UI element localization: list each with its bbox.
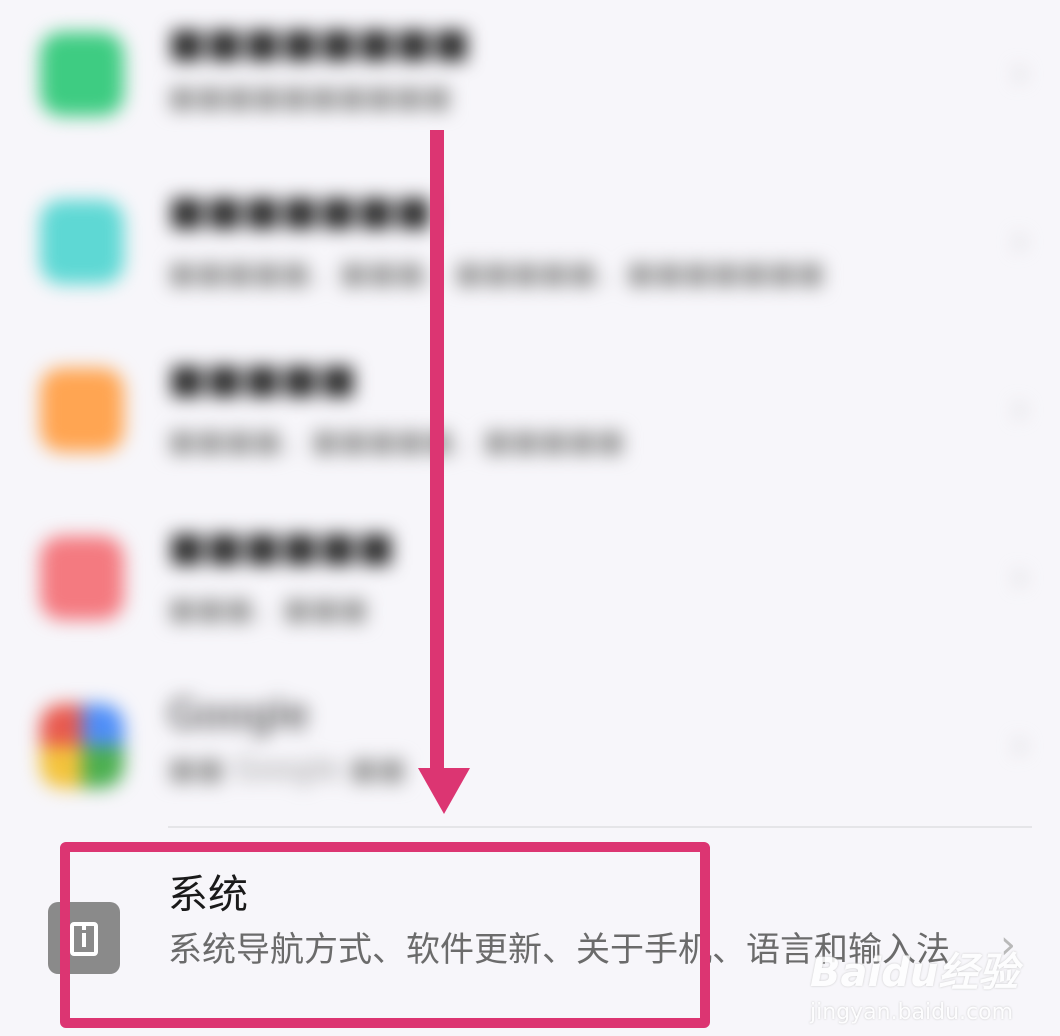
- app-icon: [40, 200, 124, 284]
- settings-item-subtitle: ■■■■■、■■■、■■■■■、■■■■■■■: [168, 256, 825, 291]
- baidu-jingyan-watermark: Baidu经验 jingyan.baidu.com: [810, 940, 1018, 1025]
- app-icon: [40, 536, 124, 620]
- settings-item[interactable]: ■■■■■■■ ■■■■■、■■■、■■■■■、■■■■■■■ ›: [0, 168, 1060, 336]
- settings-item[interactable]: ■■■■■■ ■■■、■■■ ›: [0, 504, 1060, 672]
- annotation-arrow: [430, 130, 444, 776]
- chevron-right-icon: ›: [1012, 386, 1028, 432]
- chevron-right-icon: ›: [1012, 50, 1028, 96]
- settings-item[interactable]: ■■■■■ ■■■■、■■■■■、■■■■■ ›: [0, 336, 1060, 504]
- settings-item-title: ■■■■■■■: [168, 188, 433, 234]
- settings-item-title: ■■■■■■■■: [168, 20, 471, 66]
- annotation-arrow-head: [418, 768, 470, 814]
- settings-item-subtitle: ■■■、■■■: [168, 592, 369, 627]
- app-icon: [40, 368, 124, 452]
- settings-item-subtitle: ■■■■■■■■■■: [168, 80, 452, 115]
- chevron-right-icon: ›: [1012, 554, 1028, 600]
- watermark-url: jingyan.baidu.com: [810, 1000, 1014, 1025]
- google-icon: [40, 704, 124, 788]
- settings-list-blurred: ■■■■■■■■ ■■■■■■■■■■ › ■■■■■■■ ■■■■■、■■■、…: [0, 0, 1060, 830]
- chevron-right-icon: ›: [1012, 218, 1028, 264]
- settings-item-title: ■■■■■: [168, 356, 357, 402]
- settings-item[interactable]: ■■■■■■■■ ■■■■■■■■■■ ›: [0, 0, 1060, 168]
- settings-item-google[interactable]: Google ■■ Google ■■ ›: [0, 672, 1060, 840]
- app-icon: [40, 32, 124, 116]
- list-divider: [168, 826, 1032, 828]
- settings-item-title: Google: [168, 692, 310, 738]
- settings-item-subtitle: ■■ Google ■■: [168, 752, 407, 787]
- annotation-highlight-box: [60, 842, 710, 1028]
- watermark-logo: Baidu经验: [810, 950, 1019, 996]
- settings-item-title: ■■■■■■: [168, 524, 395, 570]
- settings-item-subtitle: ■■■■、■■■■■、■■■■■: [168, 424, 625, 459]
- chevron-right-icon: ›: [1012, 722, 1028, 768]
